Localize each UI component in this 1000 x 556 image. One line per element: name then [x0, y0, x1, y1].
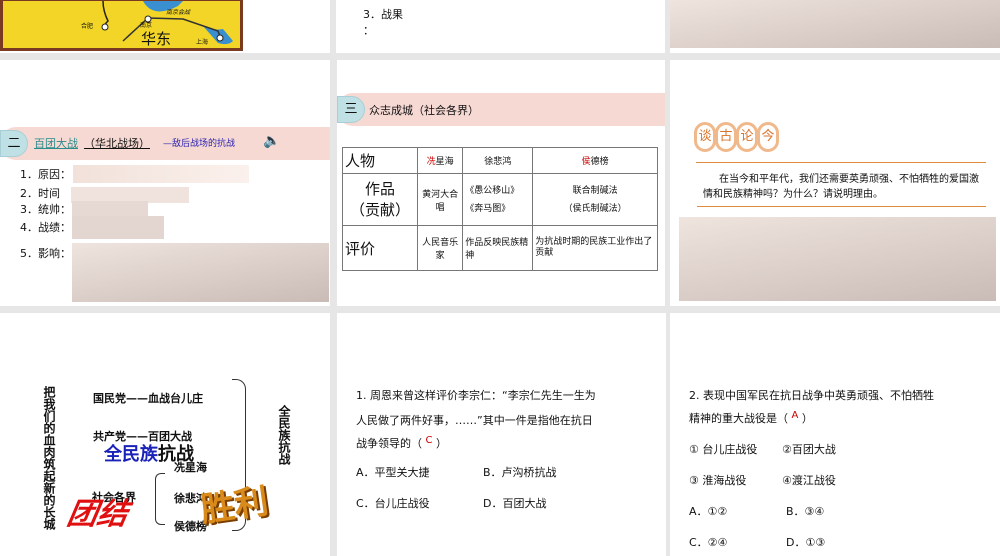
map-label-region: 华东 [141, 30, 172, 48]
option-a[interactable]: A．平型关大捷 [356, 464, 430, 480]
option-b[interactable]: B．③④ [786, 503, 824, 519]
result-item: 3．战果 [363, 8, 403, 21]
ring-char: 谈 [694, 122, 716, 152]
battle-item: ②百团大战 [782, 443, 836, 456]
result-colon: ： [363, 24, 374, 37]
list-item: 5．影响： [20, 247, 71, 260]
summary-kmt: 国民党——血战台儿庄 [93, 392, 203, 405]
speaker-icon[interactable]: 🔈 [263, 133, 280, 149]
answer-cover [72, 243, 329, 302]
slide-talk[interactable]: 谈古论今 在当今和平年代，我们还需要英勇顽强、不怕牺牲的爱国激情和民族精神吗？为… [670, 60, 1000, 306]
work-cell: 黄河大合唱 [416, 173, 464, 226]
map-image: 合肥 南京 南京会战 华东 上海 [0, 0, 243, 51]
evaluation-cell: 人民音乐家 [416, 225, 464, 271]
list-item: 4．战绩： [20, 221, 71, 234]
question-line-last: 战争领导的（ C ） [356, 435, 447, 450]
slide-summary[interactable]: 把我们的血肉筑起新的长城 国民党——血战台儿庄 共产党——百团大战 全民族抗战 … [0, 313, 330, 556]
row-header: 人物 [342, 147, 418, 174]
talk-question: 在当今和平年代，我们还需要英勇顽强、不怕牺牲的爱国激情和民族精神吗？为什么？请说… [703, 174, 979, 200]
question-line-last: 精神的重大战役是（ A ） [689, 410, 813, 425]
section-tagline: —敌后战场的抗战 [163, 139, 236, 149]
option-a[interactable]: A．①② [689, 503, 727, 519]
section-title: 众志成城（社会各界） [369, 104, 479, 117]
slide-section3[interactable]: 三 众志成城（社会各界） 人物 冼星海 徐悲鸿 侯德榜 作品 （贡献） 黄河大合… [337, 60, 665, 306]
person-cell: 徐悲鸿 [462, 147, 534, 174]
slide-question-2[interactable]: 2. 表现中国军民在抗日战争中英勇顽强、不怕牺牲 精神的重大战役是（ A ） ①… [670, 313, 1000, 556]
battle-item: ④渡江战役 [782, 474, 836, 487]
wordart-victory: 胜利 [198, 481, 271, 531]
answer-letter: A [791, 410, 799, 421]
section-badge: 二 [0, 130, 28, 157]
section-title-link[interactable]: 百团大战 [34, 135, 78, 151]
section-banner: 二 百团大战 （华北战场） —敌后战场的抗战 🔈 [0, 127, 330, 160]
evaluation-cell: 作品反映民族精神 [462, 225, 534, 271]
map-label-shanghai: 上海 [196, 39, 209, 46]
question-line: 人民做了两件好事，……”其中一件是指他在抗日 [356, 414, 593, 427]
ring-char: 论 [736, 122, 758, 152]
list-item: 3．统帅： [20, 203, 71, 216]
contributors-table: 人物 冼星海 徐悲鸿 侯德榜 作品 （贡献） 黄河大合唱 《愚公移山》 《奔马图… [342, 147, 658, 271]
person-cell: 侯德榜 [532, 147, 658, 174]
answer-cover [72, 216, 164, 239]
row-header: 评价 [342, 225, 418, 271]
divider [697, 206, 986, 207]
section-banner: 三 众志成城（社会各界） [337, 93, 665, 126]
section-badge: 三 [337, 96, 365, 123]
question-line: 2. 表现中国军民在抗日战争中英勇顽强、不怕牺牲 [689, 389, 934, 402]
summary-person: 冼星海 [174, 461, 207, 474]
talk-rings: 谈古论今 [694, 122, 779, 152]
row-header: 作品 （贡献） [342, 173, 418, 226]
work-cell: 联合制碱法 （侯氏制碱法） [532, 173, 658, 226]
option-c[interactable]: C．台儿庄战役 [356, 495, 430, 511]
small-brace [155, 473, 165, 525]
summary-right-vertical: 全民族抗战 [277, 405, 291, 465]
work-cell: 《愚公移山》 《奔马图》 [462, 173, 534, 226]
option-c[interactable]: C．②④ [689, 534, 727, 550]
slide-result[interactable]: 3．战果 ： [336, 0, 665, 53]
answer-letter: C [425, 435, 433, 446]
list-item: 2．时间 [20, 187, 60, 200]
map-label-hefei: 合肥 [81, 23, 94, 30]
list-item: 1．原因： [20, 168, 71, 181]
battle-item: ③ 淮海战役 [689, 474, 747, 487]
wordart-unity: 团结 [64, 497, 131, 532]
answer-cover [679, 217, 996, 301]
question-line: 1. 周恩来曾这样评价李宗仁：“李宗仁先生一生为 [356, 389, 596, 402]
option-b[interactable]: B．卢沟桥抗战 [483, 464, 557, 480]
section-subtitle: （华北战场） [84, 137, 150, 150]
ring-char: 今 [757, 122, 779, 152]
option-d[interactable]: D．百团大战 [483, 495, 546, 511]
evaluation-cell: 为抗战时期的民族工业作出了贡献 [532, 225, 658, 271]
slide-section2[interactable]: 二 百团大战 （华北战场） —敌后战场的抗战 🔈 1．原因： 2．时间 3．统帅… [0, 60, 330, 306]
person-cell: 冼星海 [416, 147, 464, 174]
summary-left-vertical: 把我们的血肉筑起新的长城 [42, 386, 56, 530]
ring-char: 古 [715, 122, 737, 152]
answer-cover [670, 0, 1000, 48]
answer-cover [73, 165, 249, 183]
battle-item: ① 台儿庄战役 [689, 443, 758, 456]
answer-cover [72, 201, 148, 217]
slide-blank-top[interactable] [670, 0, 1000, 53]
map-label-battle: 南京会战 [166, 9, 191, 16]
slide-map[interactable]: 合肥 南京 南京会战 华东 上海 [0, 0, 330, 53]
option-d[interactable]: D．①③ [786, 534, 825, 550]
slide-question-1[interactable]: 1. 周恩来曾这样评价李宗仁：“李宗仁先生一生为 人民做了两件好事，……”其中一… [337, 313, 666, 556]
divider [696, 162, 986, 163]
